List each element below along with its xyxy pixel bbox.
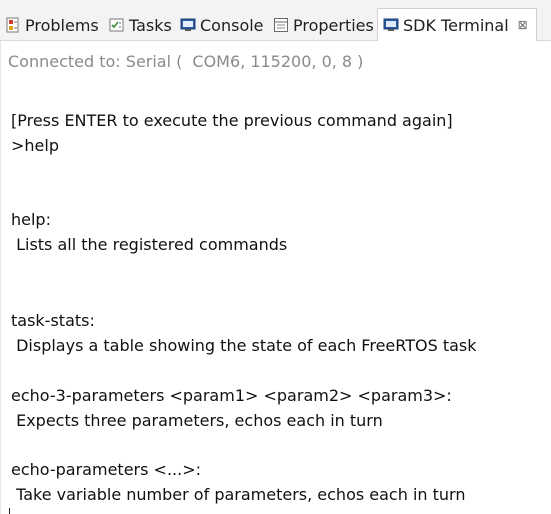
problems-icon: [5, 17, 21, 33]
tab-label: Problems: [25, 15, 99, 35]
terminal-line: [Press ENTER to execute the previous com…: [11, 112, 453, 130]
tab-label: SDK Terminal: [403, 15, 509, 35]
sdk-terminal-icon: [383, 17, 399, 33]
console-icon: [180, 17, 196, 33]
terminal-line: help:: [11, 210, 51, 229]
connection-label: Connected to: Serial (: [8, 52, 183, 71]
tasks-icon: [109, 17, 125, 33]
terminal-line: echo-parameters <...>:: [11, 460, 201, 479]
close-tab-icon[interactable]: ⊠: [518, 19, 528, 31]
tab-tasks[interactable]: Tasks: [109, 10, 172, 40]
connection-status: Connected to: Serial ( COM6, 115200, 0, 8…: [8, 52, 363, 71]
tab-label: Tasks: [129, 15, 172, 35]
connection-params: COM6, 115200, 0, 8 ): [192, 52, 364, 71]
tab-label: Properties: [293, 15, 374, 35]
text-cursor: [9, 508, 10, 514]
terminal-line: Displays a table showing the state of ea…: [11, 336, 477, 355]
terminal-line: >help: [11, 136, 59, 155]
tab-sdk-terminal[interactable]: SDK Terminal ⊠: [377, 8, 537, 41]
sdk-terminal-window: Problems Tasks Console Properties SDK Te…: [0, 0, 551, 514]
tab-problems[interactable]: Problems: [5, 10, 99, 40]
tab-properties[interactable]: Properties: [273, 10, 374, 40]
properties-icon: [273, 17, 289, 33]
terminal-line: echo-3-parameters <param1> <param2> <par…: [11, 386, 452, 405]
view-tab-bar: Problems Tasks Console Properties SDK Te…: [0, 0, 551, 41]
terminal-line: Expects three parameters, echos each in …: [11, 411, 383, 430]
tab-console[interactable]: Console: [180, 10, 264, 40]
terminal-line: task-stats:: [11, 311, 95, 330]
terminal-line: Take variable number of parameters, echo…: [11, 485, 466, 504]
terminal-output[interactable]: [Press ENTER to execute the previous com…: [0, 112, 551, 514]
terminal-line: Lists all the registered commands: [11, 235, 288, 254]
tab-label: Console: [200, 15, 264, 35]
